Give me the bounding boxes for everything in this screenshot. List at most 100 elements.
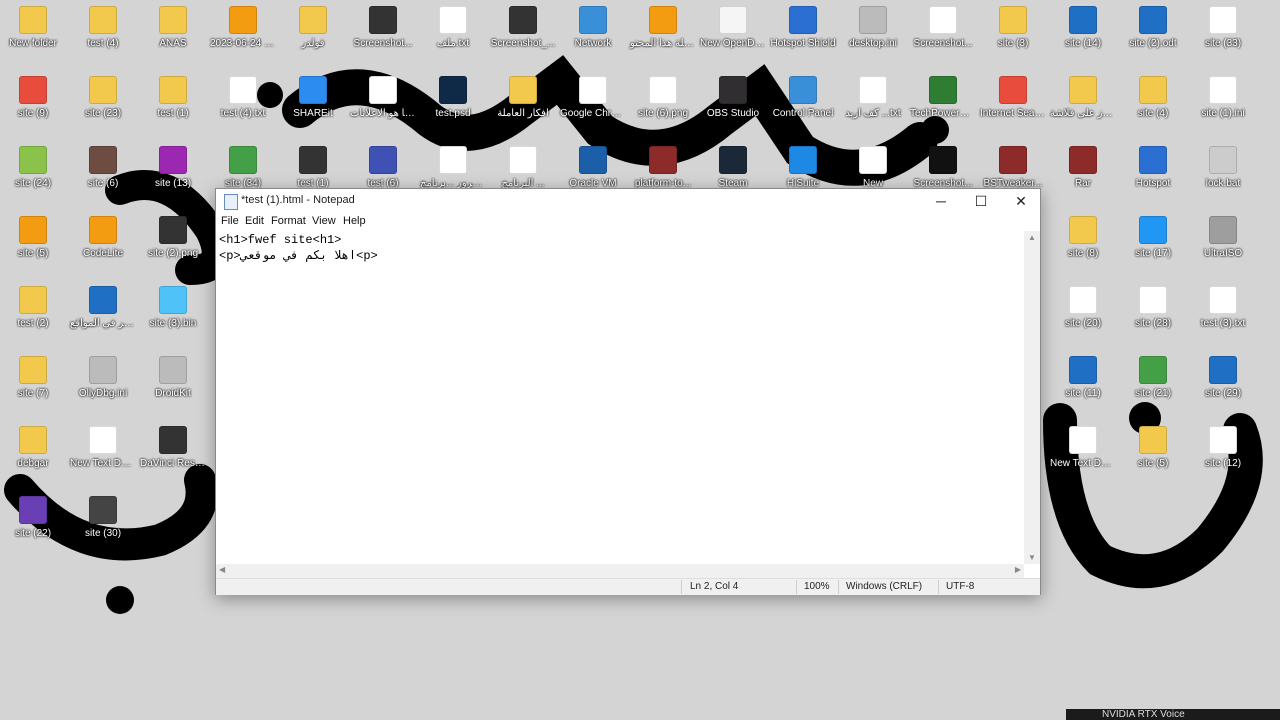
desktop-icon[interactable]: site (3).bin: [138, 286, 208, 330]
maximize-button[interactable]: ☐: [961, 189, 1001, 213]
desktop-icon[interactable]: test (6): [348, 146, 418, 190]
text-editor[interactable]: <h1>fwef site<h1> <p>اهلا بكم في موقعي<p…: [216, 231, 1024, 564]
desktop-icon[interactable]: test (1): [278, 146, 348, 190]
desktop-icon[interactable]: test (4): [68, 6, 138, 50]
desktop-icon[interactable]: OllyDbg.ini: [68, 356, 138, 400]
desktop-icon[interactable]: Network: [558, 6, 628, 50]
menu-file[interactable]: File: [221, 215, 239, 227]
desktop-icon[interactable]: Oracle VM: [558, 146, 628, 190]
desktop-icon[interactable]: site (33): [1188, 6, 1258, 50]
notepad-window[interactable]: *test (1).html - Notepad ─ ☐ ✕ File Edit…: [215, 188, 1041, 595]
desktop-icon[interactable]: New Text Docume...: [1048, 426, 1118, 470]
desktop-icon[interactable]: site (7): [0, 356, 68, 400]
desktop-icon[interactable]: البرنامج ...: [488, 146, 558, 190]
desktop-icon[interactable]: site (21): [1118, 356, 1188, 400]
desktop-icon[interactable]: حل مشكلة هذا المحتو...: [628, 6, 698, 50]
desktop-icon[interactable]: ما هو الاعلانات ...: [348, 76, 418, 120]
desktop-icon[interactable]: فولدر: [278, 6, 348, 50]
desktop-icon[interactable]: Screenshot...: [908, 146, 978, 190]
desktop-icon[interactable]: افكار العاملة: [488, 76, 558, 120]
desktop-icon[interactable]: site (12): [1188, 426, 1258, 470]
desktop-icon[interactable]: site (24): [0, 146, 68, 190]
desktop-icon[interactable]: Hotspot Shield: [768, 6, 838, 50]
menu-format[interactable]: Format: [271, 215, 306, 227]
menu-help[interactable]: Help: [343, 215, 366, 227]
desktop-icon[interactable]: site (5): [1118, 426, 1188, 470]
desktop-icon[interactable]: site (22): [0, 496, 68, 540]
desktop-icon[interactable]: 2023-06-24 07-49-37.m...: [208, 6, 278, 50]
desktop-icon[interactable]: site (17): [1118, 216, 1188, 260]
desktop-icon[interactable]: site (1).ini: [1188, 76, 1258, 120]
file-icon: [159, 426, 187, 454]
scroll-down-icon[interactable]: ▼: [1028, 553, 1036, 562]
menu-edit[interactable]: Edit: [245, 215, 264, 227]
desktop-icon[interactable]: site (5): [0, 216, 68, 260]
desktop-icon[interactable]: site (4): [1118, 76, 1188, 120]
minimize-button[interactable]: ─: [921, 189, 961, 213]
desktop-icon[interactable]: TechPowerUp GPU-Z: [908, 76, 978, 120]
scroll-up-icon[interactable]: ▲: [1028, 233, 1036, 242]
scroll-right-icon[interactable]: ▶: [1015, 565, 1021, 574]
desktop-icon[interactable]: OBS Studio: [698, 76, 768, 120]
desktop-icon[interactable]: Internet Search: [978, 76, 1048, 120]
desktop-icon[interactable]: site (34): [208, 146, 278, 190]
desktop-icon[interactable]: site (20): [1048, 286, 1118, 330]
file-icon: [509, 146, 537, 174]
desktop-icon[interactable]: Rar: [1048, 146, 1118, 190]
desktop-icon[interactable]: platform-to...: [628, 146, 698, 190]
desktop-icon[interactable]: site (23): [68, 76, 138, 120]
desktop-icon[interactable]: كلمة مرور ...برنامج: [418, 146, 488, 190]
desktop-icon[interactable]: New Text Document.txt: [68, 426, 138, 470]
desktop-icon[interactable]: site (14): [1048, 6, 1118, 50]
desktop-icon[interactable]: site (30): [68, 496, 138, 540]
desktop-icon[interactable]: desktop.ini: [838, 6, 908, 50]
desktop-icon[interactable]: Control Panel: [768, 76, 838, 120]
desktop-icon[interactable]: New: [838, 146, 908, 190]
desktop-icon[interactable]: BSTweaker...: [978, 146, 1048, 190]
title-bar[interactable]: *test (1).html - Notepad ─ ☐ ✕: [216, 189, 1040, 213]
desktop-icon[interactable]: ANAS: [138, 6, 208, 50]
desktop-icon[interactable]: UltraISO: [1188, 216, 1258, 260]
desktop-icon[interactable]: CodeLite: [68, 216, 138, 260]
desktop-icon[interactable]: test (4).txt: [208, 76, 278, 120]
desktop-icon[interactable]: site (11): [1048, 356, 1118, 400]
desktop-icon[interactable]: New folder: [0, 6, 68, 50]
desktop-icon[interactable]: site (2).png: [138, 216, 208, 260]
desktop-icon[interactable]: DroidKit: [138, 356, 208, 400]
desktop-icon[interactable]: Screenshot...: [348, 6, 418, 50]
vertical-scrollbar[interactable]: ▲ ▼: [1024, 231, 1040, 564]
desktop-icon[interactable]: New OpenDocu...: [698, 6, 768, 50]
desktop-icon[interactable]: Screenshot_...: [488, 6, 558, 50]
desktop-icon[interactable]: ملف.txt: [418, 6, 488, 50]
desktop-icon[interactable]: test (3).txt: [1188, 286, 1258, 330]
desktop-icon[interactable]: كف اريد ...txt: [838, 76, 908, 120]
desktop-icon[interactable]: site (9): [0, 76, 68, 120]
desktop-icon[interactable]: test (2): [0, 286, 68, 330]
desktop-icon[interactable]: Screenshot...: [908, 6, 978, 50]
desktop-icon[interactable]: ما هو التشفير في المواقع: [68, 286, 138, 330]
nvidia-rtx-voice-notification[interactable]: NVIDIA RTX Voice: [1066, 709, 1280, 720]
desktop-icon[interactable]: site (6).png: [628, 76, 698, 120]
desktop-icon[interactable]: site (6): [68, 146, 138, 190]
desktop-icon[interactable]: site (13): [138, 146, 208, 190]
desktop-icon[interactable]: site (3): [978, 6, 1048, 50]
desktop-icon[interactable]: lock.bat: [1188, 146, 1258, 190]
desktop-icon[interactable]: Steam: [698, 146, 768, 190]
desktop-icon[interactable]: test (1): [138, 76, 208, 120]
desktop-icon[interactable]: site (28): [1118, 286, 1188, 330]
desktop-icon[interactable]: SHAREit: [278, 76, 348, 120]
desktop-icon[interactable]: Hotspot: [1118, 146, 1188, 190]
desktop-icon[interactable]: HiSuite: [768, 146, 838, 190]
desktop-icon[interactable]: test.psd: [418, 76, 488, 120]
menu-view[interactable]: View: [312, 215, 336, 227]
desktop-icon[interactable]: site (2).odt: [1118, 6, 1188, 50]
desktop-icon[interactable]: DaVinci Resolve: [138, 426, 208, 470]
horizontal-scrollbar[interactable]: ◀ ▶: [216, 564, 1024, 578]
desktop-icon[interactable]: حرق الويندوز على فلاشة: [1048, 76, 1118, 120]
desktop-icon[interactable]: site (8): [1048, 216, 1118, 260]
desktop-icon[interactable]: debgar: [0, 426, 68, 470]
scroll-left-icon[interactable]: ◀: [219, 565, 225, 574]
close-button[interactable]: ✕: [1001, 189, 1041, 213]
desktop-icon[interactable]: Google Chrome ...: [558, 76, 628, 120]
desktop-icon[interactable]: site (29): [1188, 356, 1258, 400]
